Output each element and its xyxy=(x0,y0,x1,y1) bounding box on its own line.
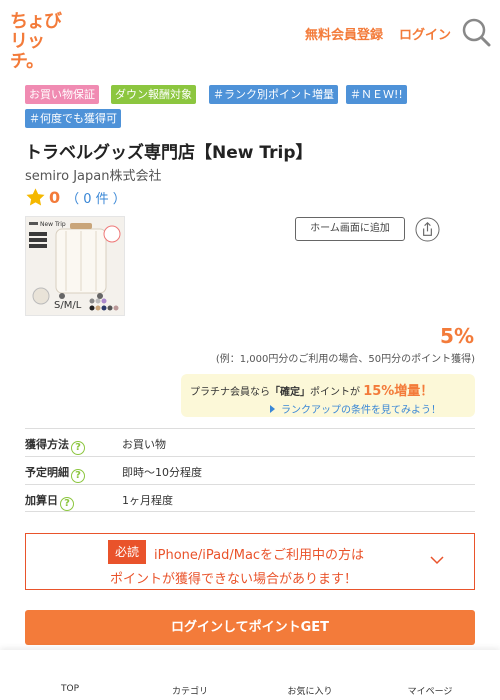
ios-notice-accordion[interactable]: 必読 iPhone/iPad/Macをご利用中の方は ポイントが獲得できない場合… xyxy=(25,533,475,590)
platinum-line: プラチナ会員なら「確定」ポイントが 15%増量！ xyxy=(190,380,433,399)
info-value: お買い物 xyxy=(122,438,166,451)
logo[interactable]: ちょび リッチ。 xyxy=(10,11,70,72)
add-to-home-button[interactable]: ホーム画面に追加 xyxy=(295,217,405,241)
logo-line1: ちょび xyxy=(10,11,62,32)
tag-rank-bonus: ＃ランク別ポイント増量 xyxy=(209,85,338,104)
rank-up-link-label: ランクアップの条件を見てみよう！ xyxy=(281,405,441,416)
plat-boost: 15%増量！ xyxy=(363,384,434,399)
info-label: 予定明細? xyxy=(25,464,85,483)
chevron-down-icon xyxy=(430,556,444,565)
nav-mypage[interactable]: マイページ xyxy=(370,650,490,700)
search-icon[interactable] xyxy=(461,17,491,47)
thumb-size-label: S/M/L xyxy=(54,300,82,311)
register-link[interactable]: 無料会員登録 xyxy=(305,24,383,43)
plat-prefix: プラチナ会員なら xyxy=(190,387,270,398)
notice-line2: ポイントが獲得できない場合があります！ xyxy=(110,572,358,587)
company-name: semiro Japan株式会社 xyxy=(25,169,162,184)
info-label: 加算日? xyxy=(25,492,74,511)
thumb-brand: New Trip xyxy=(40,221,66,228)
rating-value: 0 xyxy=(49,187,61,207)
help-icon[interactable]: ? xyxy=(60,497,74,511)
info-row-schedule: 予定明細? 即時～10分程度 xyxy=(25,456,475,484)
share-icon[interactable] xyxy=(415,217,440,242)
star-icon xyxy=(26,187,45,205)
rank-up-link[interactable]: ランクアップの条件を見てみよう！ xyxy=(270,401,441,416)
tag-new: ＃ＮＥＷ!! xyxy=(346,85,407,104)
reward-rate: 5% xyxy=(440,324,474,348)
reward-example: (例：1,000円分のご利用の場合、50円分のポイント獲得) xyxy=(215,354,475,365)
nav-label: お気に入り xyxy=(287,687,333,697)
rating: 0 （ 0 件 ） xyxy=(25,186,126,208)
nav-label: マイページ xyxy=(407,687,453,697)
plat-mid: ポイントが xyxy=(310,387,360,398)
info-label: 獲得方法? xyxy=(25,436,85,455)
nav-favorites[interactable]: お気に入り xyxy=(250,650,370,700)
info-row-method: 獲得方法? お買い物 xyxy=(25,428,475,456)
bottom-nav: TOP カテゴリ お気に入り マイページ xyxy=(0,650,500,700)
nav-top[interactable]: TOP xyxy=(10,650,130,700)
shop-title: トラベルグッズ専門店【New Trip】 xyxy=(25,143,313,163)
login-link[interactable]: ログイン xyxy=(399,24,451,43)
shop-thumbnail: New Trip S/M/L xyxy=(25,216,125,316)
required-badge: 必読 xyxy=(108,540,146,564)
tag-down-reward: ダウン報酬対象 xyxy=(111,85,196,104)
nav-label: カテゴリ xyxy=(171,687,208,697)
platinum-box: プラチナ会員なら「確定」ポイントが 15%増量！ ランクアップの条件を見てみよう… xyxy=(181,374,475,417)
info-value: 即時～10分程度 xyxy=(122,466,202,479)
tag-repeatable: ＃何度でも獲得可 xyxy=(25,109,121,128)
notice-line1: iPhone/iPad/Macをご利用中の方は xyxy=(154,548,365,563)
review-count-link[interactable]: （ 0 件 ） xyxy=(66,188,126,207)
login-get-points-button[interactable]: ログインしてポイントGET xyxy=(25,610,475,645)
help-icon[interactable]: ? xyxy=(71,469,85,483)
plat-fixed: 「確定」 xyxy=(270,387,310,398)
nav-label: TOP xyxy=(60,684,79,694)
info-row-credit-date: 加算日? 1ヶ月程度 xyxy=(25,484,475,512)
help-icon[interactable]: ? xyxy=(71,441,85,455)
info-table: 獲得方法? お買い物 予定明細? 即時～10分程度 加算日? 1ヶ月程度 xyxy=(25,428,475,512)
triangle-right-icon xyxy=(270,405,275,413)
header: ちょび リッチ。 無料会員登録 ログイン xyxy=(0,0,500,72)
nav-category[interactable]: カテゴリ xyxy=(130,650,250,700)
tag-shopping-guarantee: お買い物保証 xyxy=(25,85,99,104)
info-value: 1ヶ月程度 xyxy=(122,494,173,507)
logo-line2: リッチ。 xyxy=(10,31,45,72)
